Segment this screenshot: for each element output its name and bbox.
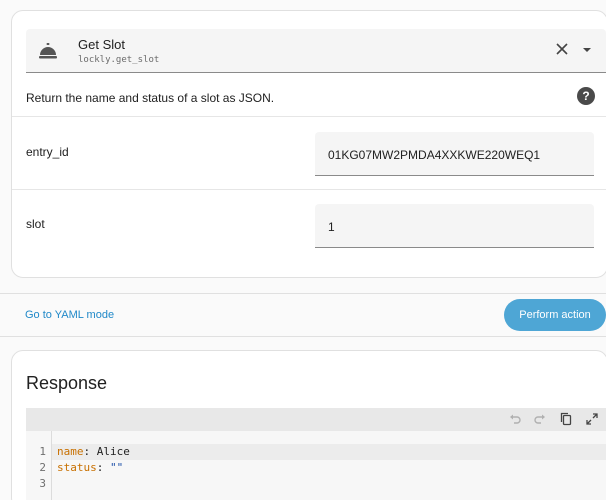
divider [0,293,606,294]
copy-icon[interactable] [559,412,573,426]
yaml-separator: : [96,461,110,474]
line-gutter: 1 2 3 [26,444,51,492]
code-toolbar [26,408,606,431]
yaml-value: "" [110,461,124,474]
field-label-slot: slot [26,217,45,231]
yaml-mode-link[interactable]: Go to YAML mode [25,309,114,321]
action-service-id: lockly.get_slot [78,55,160,65]
entry-id-input[interactable]: 01KG07MW2PMDA4XXKWE220WEQ1 [315,132,594,176]
code-line: name: Alice [52,444,606,460]
clear-icon[interactable] [554,41,570,57]
divider [0,336,606,337]
response-title: Response [26,373,108,393]
chevron-down-icon[interactable] [582,46,592,54]
divider [12,189,606,190]
action-card: Get Slot lockly.get_slot Return the name… [11,10,606,278]
perform-action-button[interactable]: Perform action [504,299,606,331]
yaml-key: status [57,461,97,474]
undo-icon[interactable] [508,412,522,426]
help-icon[interactable]: ? [577,87,595,105]
slot-input[interactable]: 1 [315,204,594,248]
action-description: Return the name and status of a slot as … [26,91,275,105]
redo-icon[interactable] [533,412,547,426]
yaml-key: name [57,445,84,458]
yaml-separator: : [83,445,97,458]
service-bell-icon [39,43,57,59]
field-label-entry-id: entry_id [26,145,69,159]
action-picker[interactable]: Get Slot lockly.get_slot [26,29,606,73]
yaml-value: Alice [96,445,130,458]
action-title: Get Slot [78,37,125,52]
fullscreen-icon[interactable] [585,412,599,426]
code-line: status: "" [52,460,606,476]
line-number: 2 [39,461,46,474]
line-number: 1 [39,445,46,458]
code-editor[interactable]: 1 2 3 name: Alice status: "" [26,408,606,500]
divider [12,116,606,117]
code-body[interactable]: 1 2 3 name: Alice status: "" [26,431,606,500]
code-lines[interactable]: name: Alice status: "" [52,444,606,492]
line-number: 3 [39,477,46,490]
response-card: Response 1 2 3 name: Alice status: "" [11,350,606,500]
